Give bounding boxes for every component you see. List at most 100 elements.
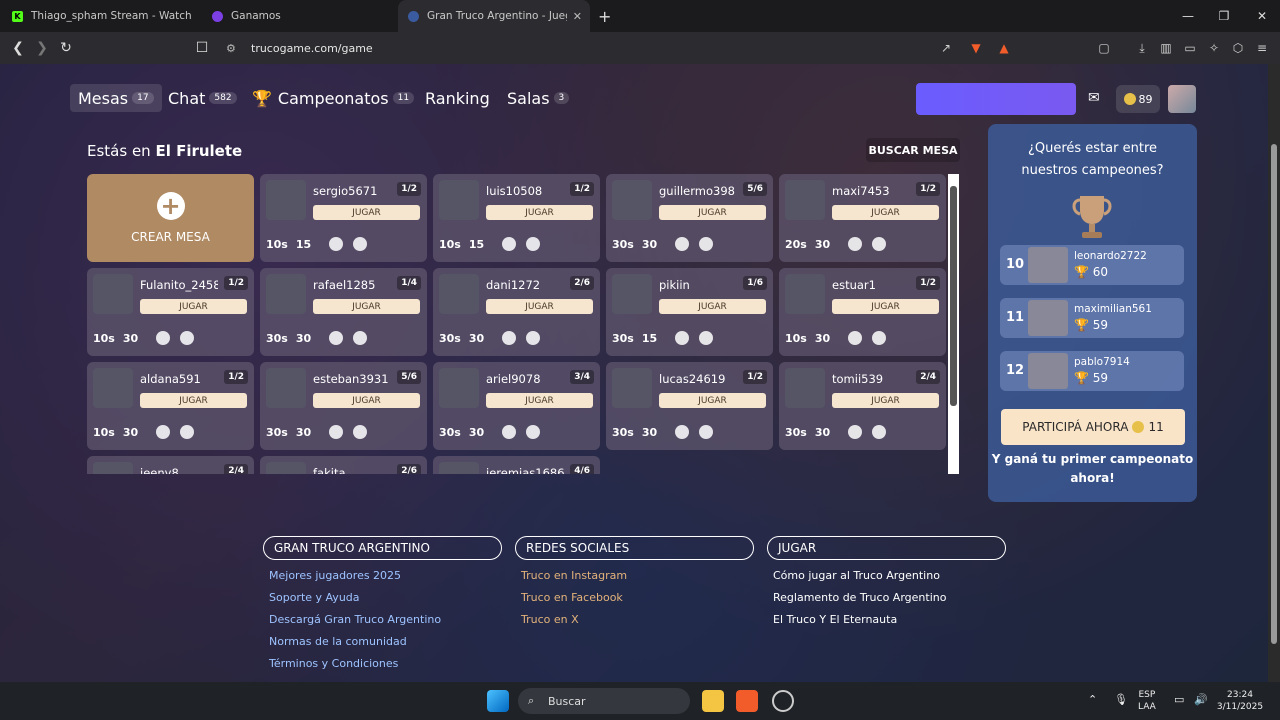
menu-icon[interactable]: ≡: [1254, 40, 1270, 56]
play-button[interactable]: JUGAR: [832, 299, 939, 314]
table-card[interactable]: dani1272 2/6 JUGAR 30s 30: [433, 268, 600, 356]
user-avatar[interactable]: [1168, 85, 1196, 113]
reload-icon[interactable]: ↻: [56, 38, 76, 58]
footer-link[interactable]: Cómo jugar al Truco Argentino: [773, 569, 1006, 582]
share-icon[interactable]: ↗: [938, 40, 954, 56]
tab-truco[interactable]: Gran Truco Argentino - Juego On ✕: [398, 0, 590, 32]
download-icon[interactable]: ⤓: [1134, 40, 1150, 56]
points-target: 30: [295, 425, 312, 439]
play-button[interactable]: JUGAR: [659, 205, 766, 220]
vpn-icon[interactable]: ⬡: [1230, 40, 1246, 56]
footer-link[interactable]: Truco en Instagram: [521, 569, 754, 582]
brave-browser-icon[interactable]: [736, 690, 758, 712]
table-card[interactable]: jeeny82/4JUGAR: [87, 456, 254, 474]
play-button[interactable]: JUGAR: [659, 299, 766, 314]
play-button[interactable]: JUGAR: [313, 299, 420, 314]
microphone-icon[interactable]: 🎙: [1114, 694, 1128, 706]
footer-link[interactable]: Descargá Gran Truco Argentino: [269, 613, 502, 626]
new-tab-button[interactable]: +: [598, 0, 618, 32]
footer-link[interactable]: Soporte y Ayuda: [269, 591, 502, 604]
nav-campeonatos[interactable]: 🏆 Campeonatos 11: [252, 84, 415, 112]
back-icon[interactable]: ❮: [8, 38, 28, 58]
table-card[interactable]: tomii539 2/4 JUGAR 30s 30: [779, 362, 946, 450]
leo-icon[interactable]: ✧: [1206, 40, 1222, 56]
play-button[interactable]: JUGAR: [832, 205, 939, 220]
ranking-row[interactable]: 11 maximilian561 🏆 59: [1000, 298, 1184, 338]
ranking-row[interactable]: 10 leonardo2722 🏆 60: [1000, 245, 1184, 285]
taskbar-search[interactable]: ⌕ Buscar: [518, 688, 690, 714]
footer-link[interactable]: Mejores jugadores 2025: [269, 569, 502, 582]
play-button[interactable]: JUGAR: [313, 393, 420, 408]
footer-link[interactable]: Normas de la comunidad: [269, 635, 502, 648]
network-icon[interactable]: ▭: [1174, 694, 1184, 706]
table-card[interactable]: aldana591 1/2 JUGAR 10s 30: [87, 362, 254, 450]
play-button[interactable]: JUGAR: [486, 393, 593, 408]
wallet-icon[interactable]: ▭: [1182, 40, 1198, 56]
table-card[interactable]: maxi7453 1/2 JUGAR 20s 30: [779, 174, 946, 262]
volume-icon[interactable]: 🔊: [1194, 694, 1208, 706]
nav-ranking[interactable]: Ranking: [425, 84, 490, 112]
forward-icon[interactable]: ❯: [32, 38, 52, 58]
play-button[interactable]: JUGAR: [659, 393, 766, 408]
table-settings: 30s 30: [612, 236, 767, 252]
page-scrollbar[interactable]: [1268, 64, 1280, 682]
play-button[interactable]: JUGAR: [486, 205, 593, 220]
site-info-icon[interactable]: ⚙: [226, 42, 236, 55]
windows-start-icon[interactable]: [487, 690, 509, 712]
close-window-icon[interactable]: ✕: [1244, 0, 1280, 32]
clock[interactable]: 23:24 3/11/2025: [1212, 689, 1268, 713]
maximize-icon[interactable]: ❐: [1206, 0, 1242, 32]
table-card[interactable]: luis10508 1/2 JUGAR 10s 15: [433, 174, 600, 262]
create-table-button[interactable]: + CREAR MESA: [87, 174, 254, 262]
rank-position: 11: [1006, 310, 1025, 325]
reader-icon[interactable]: ▢: [1096, 40, 1112, 56]
participate-button[interactable]: PARTICIPÁ AHORA 11: [1001, 409, 1185, 445]
mail-icon[interactable]: ✉: [1088, 90, 1100, 106]
address-bar[interactable]: ⚙ trucogame.com/game: [216, 35, 1016, 61]
sidebar-icon[interactable]: ▥: [1158, 40, 1174, 56]
play-button[interactable]: JUGAR: [140, 393, 247, 408]
bookmark-icon[interactable]: ☐: [192, 38, 212, 58]
promo-button[interactable]: [916, 83, 1076, 115]
turn-time: 10s: [785, 331, 807, 345]
close-tab-icon[interactable]: ✕: [573, 10, 582, 23]
turn-time: 30s: [266, 331, 288, 345]
flor-icon: [329, 237, 344, 251]
nav-salas[interactable]: Salas 3: [507, 84, 570, 112]
nav-chat[interactable]: Chat 582: [168, 84, 237, 112]
play-button[interactable]: JUGAR: [140, 299, 247, 314]
table-card[interactable]: lucas24619 1/2 JUGAR 30s 30: [606, 362, 773, 450]
table-card[interactable]: fakita2/6JUGAR: [260, 456, 427, 474]
play-button[interactable]: JUGAR: [832, 393, 939, 408]
table-card[interactable]: sergio5671 1/2 JUGAR 10s 15: [260, 174, 427, 262]
chatgpt-icon[interactable]: [772, 690, 794, 712]
tables-scrollbar[interactable]: [948, 174, 959, 474]
nav-mesas[interactable]: Mesas 17: [70, 84, 162, 112]
coins-balance[interactable]: 89: [1116, 85, 1160, 113]
language-indicator[interactable]: ESP LAA: [1138, 689, 1156, 713]
table-card[interactable]: jeremias16864/6JUGAR: [433, 456, 600, 474]
footer-link[interactable]: Truco en Facebook: [521, 591, 754, 604]
search-table-button[interactable]: BUSCAR MESA: [866, 138, 960, 162]
table-card[interactable]: guillermo398 5/6 JUGAR 30s 30: [606, 174, 773, 262]
minimize-icon[interactable]: —: [1170, 0, 1206, 32]
play-button[interactable]: JUGAR: [486, 299, 593, 314]
table-card[interactable]: rafael1285 1/4 JUGAR 30s 30: [260, 268, 427, 356]
tab-ganamos[interactable]: Ganamos: [200, 0, 396, 32]
footer-link[interactable]: Reglamento de Truco Argentino: [773, 591, 1006, 604]
brave-shield-icon[interactable]: ▼: [968, 40, 984, 56]
table-card[interactable]: esteban3931 5/6 JUGAR 30s 30: [260, 362, 427, 450]
footer-link[interactable]: Truco en X: [521, 613, 754, 626]
footer-link[interactable]: Términos y Condiciones: [269, 657, 502, 670]
table-card[interactable]: pikiin 1/6 JUGAR 30s 15: [606, 268, 773, 356]
footer-link[interactable]: El Truco Y El Eternauta: [773, 613, 1006, 626]
ranking-row[interactable]: 12 pablo7914 🏆 59: [1000, 351, 1184, 391]
file-explorer-icon[interactable]: [702, 690, 724, 712]
brave-rewards-icon[interactable]: ▲: [996, 40, 1012, 56]
play-button[interactable]: JUGAR: [313, 205, 420, 220]
table-card[interactable]: Fulanito_2458 1/2 JUGAR 10s 30: [87, 268, 254, 356]
tray-chevron-icon[interactable]: ⌃: [1088, 694, 1097, 706]
table-card[interactable]: ariel9078 3/4 JUGAR 30s 30: [433, 362, 600, 450]
tab-stream[interactable]: K Thiago_spham Stream - Watch L: [0, 0, 196, 32]
table-card[interactable]: estuar1 1/2 JUGAR 10s 30: [779, 268, 946, 356]
